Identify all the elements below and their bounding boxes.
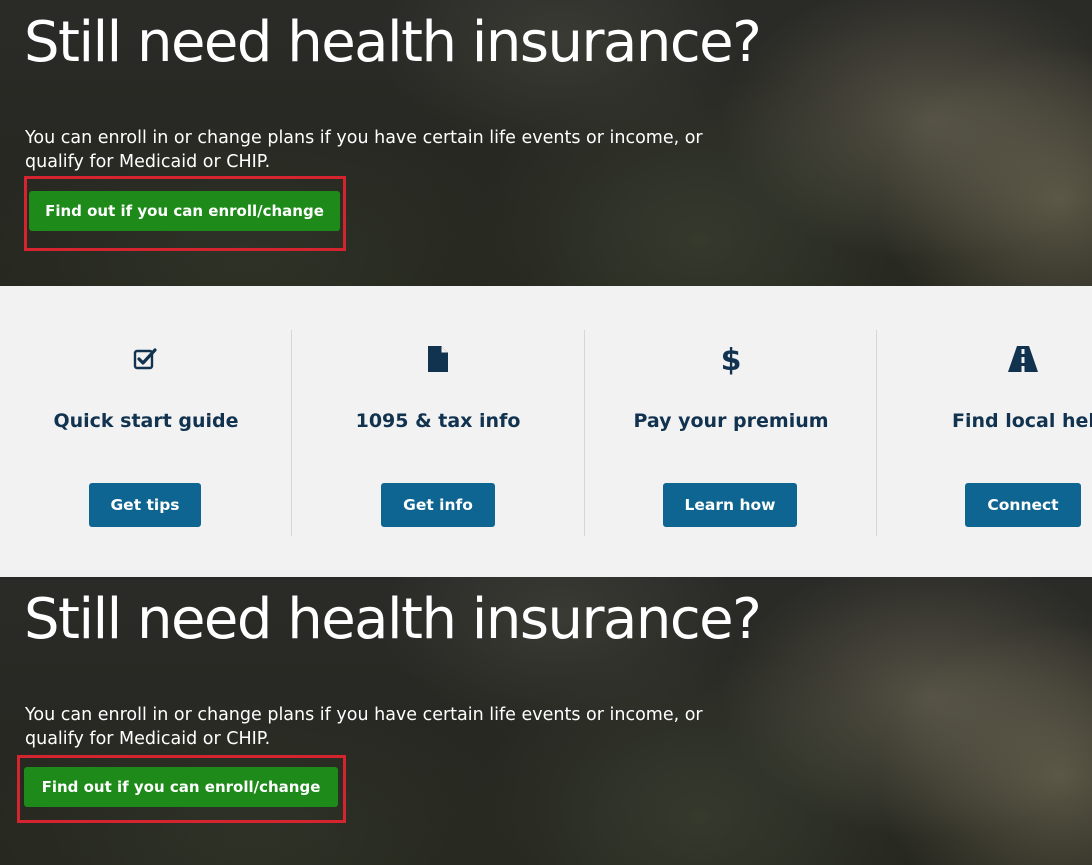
get-info-button[interactable]: Get info [381,483,495,527]
card-title: 1095 & tax info [355,410,521,432]
enroll-change-button[interactable]: Find out if you can enroll/change [24,767,338,807]
card-pay-premium: $ Pay your premium Learn how [585,330,877,536]
hero-title: Still need health insurance? [24,10,762,75]
learn-how-button[interactable]: Learn how [663,483,797,527]
hero-title: Still need health insurance? [24,587,762,652]
card-title: Quick start guide [53,410,239,432]
quick-links-section: Quick start guide Get tips 1095 & tax in… [0,286,1092,577]
card-find-local-help: Find local help Connect [877,330,1092,536]
document-icon [292,345,584,373]
checkbox-icon [0,345,292,373]
connect-button[interactable]: Connect [965,483,1081,527]
dollar-icon: $ [585,343,877,375]
card-title: Find local help [952,410,1092,432]
hero-banner-top: Still need health insurance? You can enr… [0,0,1092,286]
hero-description: You can enroll in or change plans if you… [25,128,703,172]
hero-banner-bottom: Still need health insurance? You can enr… [0,577,1092,865]
road-icon [877,345,1092,373]
get-tips-button[interactable]: Get tips [89,483,201,527]
card-quick-start-guide: Quick start guide Get tips [0,330,292,536]
svg-text:$: $ [721,343,742,375]
enroll-change-button[interactable]: Find out if you can enroll/change [29,191,340,231]
hero-description: You can enroll in or change plans if you… [25,705,703,749]
card-1095-tax-info: 1095 & tax info Get info [292,330,584,536]
card-title: Pay your premium [633,410,829,432]
